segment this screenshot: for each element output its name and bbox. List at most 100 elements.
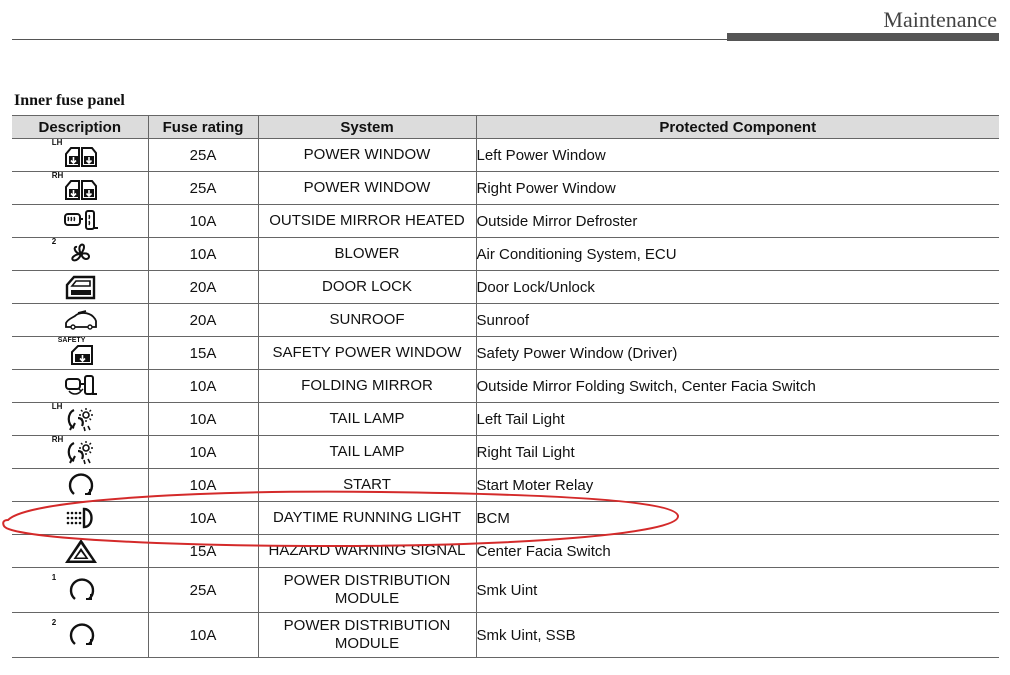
fuse-rating-cell: 10A bbox=[147, 468, 258, 502]
hazard-icon bbox=[50, 535, 110, 567]
fuse-rating-cell: 10A bbox=[147, 501, 258, 535]
table-row: 20A SUNROOF Sunroof bbox=[12, 303, 999, 337]
fuse-rating-cell: 15A bbox=[147, 534, 258, 568]
protected-component-cell: Right Tail Light bbox=[475, 435, 999, 469]
power-window-icon: LH bbox=[50, 139, 110, 171]
system-cell: OUTSIDE MIRROR HEATED bbox=[257, 204, 476, 238]
system-cell: SUNROOF bbox=[257, 303, 476, 337]
protected-component-cell: BCM bbox=[475, 501, 999, 535]
system-cell: TAIL LAMP bbox=[257, 402, 476, 436]
protected-component-cell: Safety Power Window (Driver) bbox=[475, 336, 999, 370]
description-cell bbox=[12, 270, 148, 304]
blower-fan-icon: 2 bbox=[50, 238, 110, 270]
fuse-rating-cell: 20A bbox=[147, 270, 258, 304]
fuse-rating-cell: 20A bbox=[147, 303, 258, 337]
description-cell: RH bbox=[12, 171, 148, 205]
system-cell: FOLDING MIRROR bbox=[257, 369, 476, 403]
system-cell: POWER DISTRIBUTION MODULE bbox=[257, 612, 476, 658]
protected-component-cell: Center Facia Switch bbox=[475, 534, 999, 568]
description-cell bbox=[12, 369, 148, 403]
fuse-rating-cell: 10A bbox=[147, 237, 258, 271]
fuse-rating-cell: 10A bbox=[147, 435, 258, 469]
protected-component-cell: Left Power Window bbox=[475, 138, 999, 172]
power-window-icon: RH bbox=[50, 172, 110, 204]
system-cell: POWER DISTRIBUTION MODULE bbox=[257, 567, 476, 613]
fuse-rating-cell: 25A bbox=[147, 138, 258, 172]
icon-superscript-label: RH bbox=[51, 171, 64, 180]
start-icon bbox=[50, 469, 110, 501]
icon-superscript-label: RH bbox=[51, 435, 64, 444]
icon-superscript-label: 2 bbox=[51, 618, 57, 627]
header-protected-component: Protected Component bbox=[475, 115, 999, 139]
folding-mirror-icon bbox=[50, 370, 110, 402]
description-cell: RH bbox=[12, 435, 148, 469]
protected-component-cell: Door Lock/Unlock bbox=[475, 270, 999, 304]
protected-component-cell: Smk Uint, SSB bbox=[475, 612, 999, 658]
system-cell: POWER WINDOW bbox=[257, 138, 476, 172]
tail-lamp-icon: RH bbox=[50, 436, 110, 468]
description-cell bbox=[12, 303, 148, 337]
fuse-rating-cell: 10A bbox=[147, 402, 258, 436]
tail-lamp-icon: LH bbox=[50, 403, 110, 435]
protected-component-cell: Start Moter Relay bbox=[475, 468, 999, 502]
description-cell: 2 bbox=[12, 612, 148, 658]
description-cell bbox=[12, 204, 148, 238]
fuse-rating-cell: 25A bbox=[147, 171, 258, 205]
description-cell bbox=[12, 501, 148, 535]
description-cell: LH bbox=[12, 402, 148, 436]
table-row: 15A HAZARD WARNING SIGNAL Center Facia Swi… bbox=[12, 534, 999, 568]
system-cell: DAYTIME RUNNING LIGHT bbox=[257, 501, 476, 535]
protected-component-cell: Outside Mirror Folding Switch, Center Fa… bbox=[475, 369, 999, 403]
icon-superscript-label: 1 bbox=[51, 573, 57, 582]
description-cell: 2 bbox=[12, 237, 148, 271]
table-row: RH 10A TAIL LAMP Right Tail Light bbox=[12, 435, 999, 469]
system-cell: START bbox=[257, 468, 476, 502]
icon-superscript-label: 2 bbox=[51, 237, 57, 246]
fuse-rating-cell: 10A bbox=[147, 204, 258, 238]
table-row: 2 10A POWER DISTRIBUTION MODULE Smk Uint, S… bbox=[12, 612, 999, 658]
fuse-rating-cell: 25A bbox=[147, 567, 258, 613]
fuse-rating-cell: 10A bbox=[147, 612, 258, 658]
protected-component-cell: Outside Mirror Defroster bbox=[475, 204, 999, 238]
table-row: 2 10A BLOWER Air Conditioning System, ECU bbox=[12, 237, 999, 271]
protected-component-cell: Left Tail Light bbox=[475, 402, 999, 436]
protected-component-cell: Smk Uint bbox=[475, 567, 999, 613]
table-row: 10A START Start Moter Relay bbox=[12, 468, 999, 502]
description-cell bbox=[12, 534, 148, 568]
power-distribution-icon: 2 bbox=[50, 619, 110, 651]
fuse-rating-cell: 10A bbox=[147, 369, 258, 403]
description-cell bbox=[12, 468, 148, 502]
table-row: RH 25A POWER WINDOW Right Power Window bbox=[12, 171, 999, 205]
table-row: 10A DAYTIME RUNNING LIGHT BCM bbox=[12, 501, 999, 535]
mirror-heater-icon bbox=[50, 205, 110, 237]
safety-window-icon: SAFETY bbox=[50, 337, 110, 369]
protected-component-cell: Right Power Window bbox=[475, 171, 999, 205]
description-cell: LH bbox=[12, 138, 148, 172]
table-row: 10A OUTSIDE MIRROR HEATED Outside Mirror D… bbox=[12, 204, 999, 238]
table-row: 1 25A POWER DISTRIBUTION MODULE Smk Uint bbox=[12, 567, 999, 613]
system-cell: POWER WINDOW bbox=[257, 171, 476, 205]
description-cell: 1 bbox=[12, 567, 148, 613]
table-row: LH 25A POWER WINDOW Left Power Window bbox=[12, 138, 999, 172]
table-row: 20A DOOR LOCK Door Lock/Unlock bbox=[12, 270, 999, 304]
table-row: 10A FOLDING MIRROR Outside Mirror Folding … bbox=[12, 369, 999, 403]
sunroof-icon bbox=[50, 304, 110, 336]
table-row: LH 10A TAIL LAMP Left Tail Light bbox=[12, 402, 999, 436]
icon-superscript-label: LH bbox=[51, 402, 63, 411]
icon-superscript-label: SAFETY bbox=[57, 337, 86, 344]
protected-component-cell: Air Conditioning System, ECU bbox=[475, 237, 999, 271]
header-accent-bar bbox=[727, 33, 999, 41]
protected-component-cell: Sunroof bbox=[475, 303, 999, 337]
table-row: SAFETY 15A SAFETY POWER WINDOW Safety Power… bbox=[12, 336, 999, 370]
system-cell: DOOR LOCK bbox=[257, 270, 476, 304]
system-cell: BLOWER bbox=[257, 237, 476, 271]
page-header-title: Maintenance bbox=[883, 7, 997, 32]
section-title: Inner fuse panel bbox=[14, 92, 125, 109]
fuse-table: Description Fuse rating System Protected… bbox=[12, 115, 999, 658]
system-cell: TAIL LAMP bbox=[257, 435, 476, 469]
header-description: Description bbox=[12, 115, 148, 139]
description-cell: SAFETY bbox=[12, 336, 148, 370]
system-cell: SAFETY POWER WINDOW bbox=[257, 336, 476, 370]
system-cell: HAZARD WARNING SIGNAL bbox=[257, 534, 476, 568]
icon-superscript-label: LH bbox=[51, 138, 63, 147]
